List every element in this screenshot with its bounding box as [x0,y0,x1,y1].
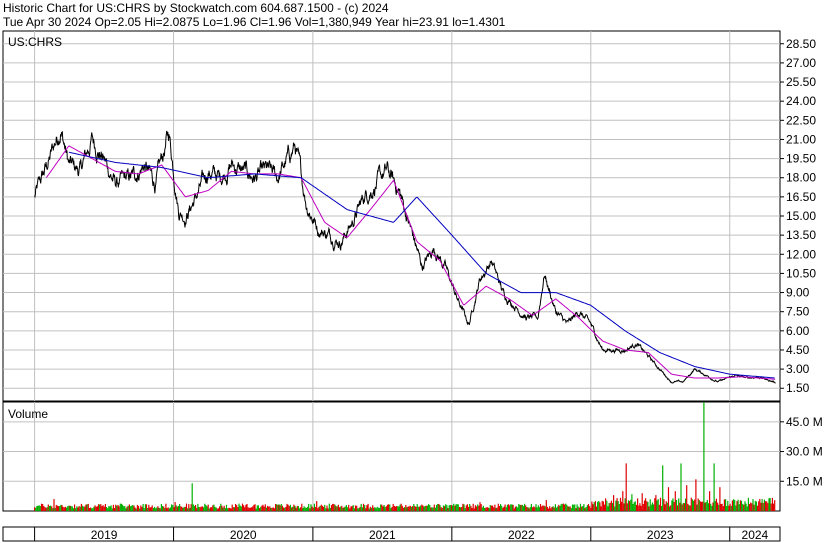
volume-tick-label: 15.0 M [786,474,823,488]
stock-chart: Historic Chart for US:CHRS by Stockwatch… [0,0,830,543]
volume-ticks: 45.0 M 30.0 M 15.0 M [780,415,823,488]
x-tick-label: 2021 [369,528,396,542]
x-tick-label: 2019 [91,528,118,542]
y-tick-label: 7.50 [786,305,810,319]
y-tick-label: 1.50 [786,381,810,395]
y-tick-label: 12.00 [786,247,816,261]
header-line1: Historic Chart for US:CHRS by Stockwatch… [3,1,389,15]
y-tick-label: 3.00 [786,362,810,376]
y-tick-label: 28.50 [786,37,816,51]
y-tick-label: 25.50 [786,75,816,89]
y-tick-label: 22.50 [786,113,816,127]
y-tick-label: 6.00 [786,324,810,338]
x-tick-label: 2024 [742,528,769,542]
y-tick-label: 24.00 [786,94,816,108]
y-tick-label: 10.50 [786,266,816,280]
y-tick-label: 16.50 [786,190,816,204]
y-tick-label: 21.00 [786,132,816,146]
y-tick-label: 18.00 [786,171,816,185]
chart-background [0,0,830,543]
y-tick-label: 27.00 [786,56,816,70]
x-tick-label: 2023 [647,528,674,542]
y-tick-label: 15.00 [786,209,816,223]
volume-tick-label: 30.0 M [786,445,823,459]
symbol-label: US:CHRS [8,35,62,49]
x-tick-label: 2020 [230,528,257,542]
volume-label: Volume [8,407,48,421]
y-tick-label: 19.50 [786,152,816,166]
x-tick-label: 2022 [508,528,535,542]
volume-tick-label: 45.0 M [786,415,823,429]
y-tick-label: 13.50 [786,228,816,242]
y-tick-label: 9.00 [786,286,810,300]
header-line2: Tue Apr 30 2024 Op=2.05 Hi=2.0875 Lo=1.9… [3,15,506,29]
y-tick-label: 4.50 [786,343,810,357]
